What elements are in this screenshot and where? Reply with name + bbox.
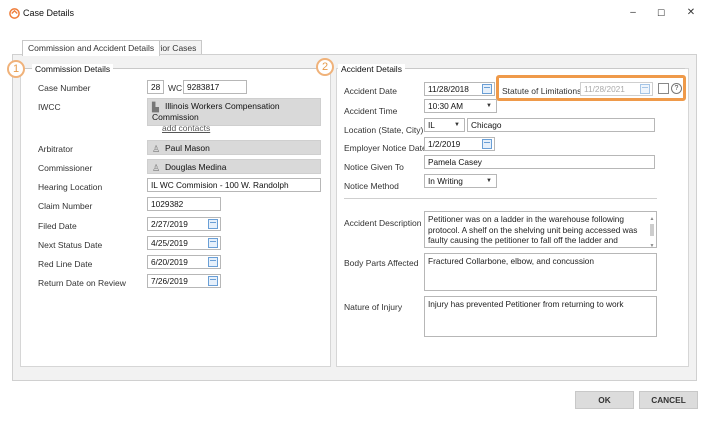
maximize-button[interactable]: ☐ (651, 5, 671, 21)
cancel-button[interactable]: CANCEL (639, 391, 698, 409)
scroll-down-icon[interactable]: ▼ (649, 241, 655, 247)
body-parts-label: Body Parts Affected (344, 258, 419, 268)
chevron-down-icon: ▼ (486, 178, 492, 184)
red-line-label: Red Line Date (38, 259, 93, 269)
case-prefix-field[interactable]: 28 (147, 80, 164, 94)
calendar-icon[interactable] (482, 84, 492, 94)
calendar-icon[interactable] (208, 219, 218, 229)
add-contacts-link[interactable]: add contacts (162, 123, 316, 133)
notice-method-label: Notice Method (344, 181, 399, 191)
arbitrator-name: Paul Mason (165, 143, 210, 153)
description-text: Petitioner was on a ladder in the wareho… (428, 214, 638, 247)
return-date-label: Return Date on Review (38, 278, 126, 288)
accident-time-label: Accident Time (344, 106, 398, 116)
injury-textarea[interactable]: Injury has prevented Petitioner from ret… (424, 296, 657, 337)
return-date-field[interactable]: 7/26/2019 (147, 274, 221, 288)
iwcc-label: IWCC (38, 102, 61, 112)
window-title: Case Details (23, 8, 75, 18)
person-icon: ♙ (152, 144, 161, 154)
filed-date-value: 2/27/2019 (151, 219, 188, 229)
calendar-icon[interactable] (482, 139, 492, 149)
body-parts-textarea[interactable]: Fractured Collarbone, elbow, and concuss… (424, 253, 657, 291)
chevron-down-icon: ▼ (454, 122, 460, 128)
iwcc-box: ▙ Illinois Workers Compensation Commissio… (147, 98, 321, 133)
step-one-marker: 1 (7, 60, 25, 78)
statute-date-value: 11/28/2021 (584, 84, 625, 94)
accident-time-select[interactable]: 10:30 AM ▼ (424, 99, 497, 113)
commissioner-name: Douglas Medina (165, 162, 227, 172)
scroll-thumb[interactable] (650, 224, 654, 236)
employer-notice-label: Employer Notice Date (344, 143, 427, 153)
arbitrator-label: Arbitrator (38, 144, 73, 154)
employer-notice-value: 1/2/2019 (428, 139, 461, 149)
claim-number-field[interactable]: 1029382 (147, 197, 221, 211)
section-separator (344, 198, 657, 199)
case-number-label: Case Number (38, 83, 91, 93)
hearing-location-label: Hearing Location (38, 182, 103, 192)
employer-notice-field[interactable]: 1/2/2019 (424, 137, 495, 151)
accident-time-value: 10:30 AM (428, 101, 464, 111)
calendar-icon[interactable] (208, 276, 218, 286)
calendar-icon[interactable] (208, 238, 218, 248)
calendar-icon (640, 84, 650, 94)
description-scrollbar[interactable]: ▲ ▼ (649, 214, 655, 247)
building-icon: ▙ (152, 102, 159, 112)
chevron-down-icon: ▼ (486, 103, 492, 109)
accident-date-label: Accident Date (344, 86, 397, 96)
statute-checkbox[interactable] (658, 83, 669, 94)
iwcc-name: Illinois Workers Compensation Commission (152, 101, 280, 122)
accident-details-legend: Accident Details (338, 64, 405, 74)
state-select[interactable]: IL ▼ (424, 118, 465, 132)
injury-label: Nature of Injury (344, 302, 403, 312)
filed-date-label: Filed Date (38, 221, 77, 231)
case-number-field[interactable]: 9283817 (183, 80, 247, 94)
filed-date-field[interactable]: 2/27/2019 (147, 217, 221, 231)
commissioner-label: Commissioner (38, 163, 93, 173)
description-label: Accident Description (344, 218, 422, 228)
notice-method-select[interactable]: In Writing ▼ (424, 174, 497, 188)
location-label: Location (State, City) (344, 125, 424, 135)
app-logo-icon (9, 8, 20, 19)
commissioner-box[interactable]: ♙ Douglas Medina (147, 159, 321, 174)
close-button[interactable]: ✕ (681, 5, 701, 21)
accident-date-value: 11/28/2018 (428, 84, 469, 94)
minimize-button[interactable]: – (623, 5, 643, 21)
state-value: IL (428, 120, 435, 130)
red-line-value: 6/20/2019 (151, 257, 188, 267)
title-bar: Case Details – ☐ ✕ (0, 0, 709, 26)
case-type-label: WC (168, 83, 183, 93)
accident-date-field[interactable]: 11/28/2018 (424, 82, 495, 96)
next-status-label: Next Status Date (38, 240, 103, 250)
statute-date-field: 11/28/2021 (580, 82, 653, 96)
person-icon: ♙ (152, 163, 161, 173)
scroll-up-icon[interactable]: ▲ (649, 214, 655, 225)
city-field[interactable]: Chicago (467, 118, 655, 132)
return-date-value: 7/26/2019 (151, 276, 188, 286)
ok-button[interactable]: OK (575, 391, 634, 409)
description-textarea[interactable]: Petitioner was on a ladder in the wareho… (424, 211, 657, 248)
calendar-icon[interactable] (208, 257, 218, 267)
tab-commission-accident[interactable]: Commission and Accident Details (22, 40, 161, 56)
commission-details-legend: Commission Details (32, 64, 114, 74)
statute-label: Statute of Limitations (502, 86, 582, 96)
notice-given-field[interactable]: Pamela Casey (424, 155, 655, 169)
step-two-marker: 2 (316, 58, 334, 76)
notice-method-value: In Writing (428, 176, 463, 186)
arbitrator-box[interactable]: ♙ Paul Mason (147, 140, 321, 155)
claim-number-label: Claim Number (38, 201, 93, 211)
hearing-location-field[interactable]: IL WC Commision - 100 W. Randolph (147, 178, 321, 192)
help-icon[interactable]: ? (671, 83, 682, 94)
red-line-field[interactable]: 6/20/2019 (147, 255, 221, 269)
notice-given-label: Notice Given To (344, 162, 404, 172)
next-status-value: 4/25/2019 (151, 238, 188, 248)
next-status-field[interactable]: 4/25/2019 (147, 236, 221, 250)
